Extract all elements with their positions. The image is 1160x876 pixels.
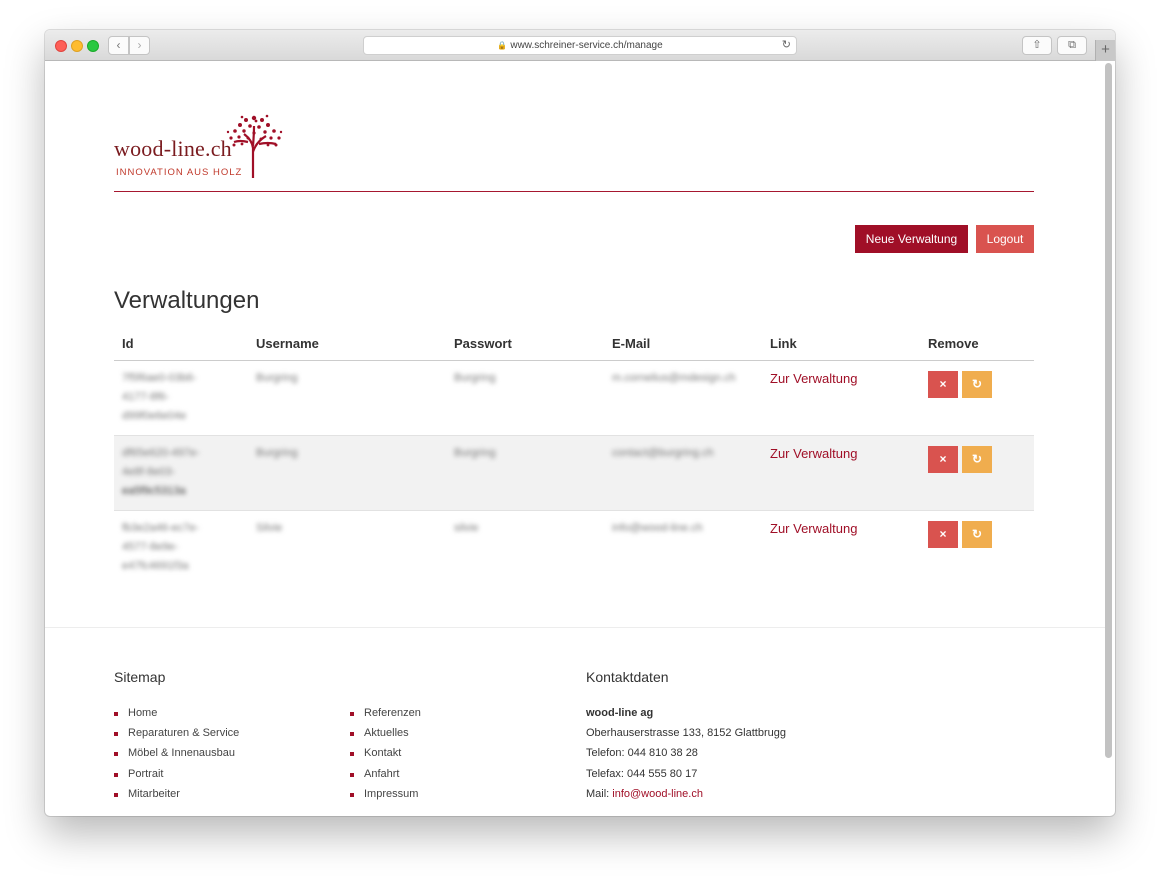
bullet-icon: [114, 732, 118, 737]
sitemap-link-references[interactable]: Referenzen: [350, 707, 421, 727]
contact-details: wood-line ag Oberhauserstrasse 133, 8152…: [586, 707, 786, 808]
cell-username: Silvie: [256, 522, 283, 534]
sitemap-link-furniture[interactable]: Möbel & Innenausbau: [114, 747, 239, 767]
reset-button[interactable]: ↻: [962, 521, 992, 548]
cell-password: Burgring: [454, 372, 496, 384]
sitemap-list-1: Home Reparaturen & Service Möbel & Innen…: [114, 707, 239, 808]
sitemap-link-repairs[interactable]: Reparaturen & Service: [114, 727, 239, 747]
close-icon: ×: [939, 452, 947, 466]
column-header-id: Id: [122, 336, 134, 351]
address-bar[interactable]: 🔒 www.schreiner-service.ch/manage ↻: [363, 36, 797, 55]
refresh-icon: ↻: [971, 377, 983, 391]
sitemap-list-2: Referenzen Aktuelles Kontakt Anfahrt Imp…: [350, 707, 421, 808]
mail-link[interactable]: info@wood-line.ch: [612, 788, 703, 800]
chevron-left-icon: ‹: [116, 38, 121, 52]
header-divider: [114, 191, 1034, 192]
cell-id: fb3e2a46-ec7e- 4577-8e9e- e47fc4691f3a: [122, 522, 200, 572]
logo-name: wood-line.ch: [114, 136, 232, 161]
sitemap-title: Sitemap: [114, 669, 166, 685]
cell-id: df65e620-497e- 4e8f-8e03- ea5f9c5313a: [122, 447, 200, 497]
reset-button[interactable]: ↻: [962, 371, 992, 398]
cell-username: Burgring: [256, 447, 298, 459]
site-logo[interactable]: wood-line.ch INNOVATION AUS HOLZ: [114, 102, 286, 178]
bullet-icon: [350, 752, 354, 757]
chevron-right-icon: ›: [137, 38, 142, 52]
footer-divider: [45, 627, 1105, 628]
cell-id: 7f5f6ae0-03b6- 4177-8f6- d99f0e6e04e: [122, 372, 197, 422]
cell-email: m.cornelius@mdesign.ch: [612, 372, 736, 384]
page-content: wood-line.ch INNOVATION AUS HOLZ Neue Ve…: [45, 62, 1105, 816]
table-row: fb3e2a46-ec7e- 4577-8e9e- e47fc4691f3a S…: [114, 511, 1034, 586]
bullet-icon: [114, 772, 118, 777]
reset-button[interactable]: ↻: [962, 446, 992, 473]
close-icon: ×: [939, 527, 947, 541]
cell-password: silvie: [454, 522, 479, 534]
sitemap-link-directions[interactable]: Anfahrt: [350, 768, 421, 788]
share-icon: ⇧: [1032, 39, 1042, 51]
table-row: df65e620-497e- 4e8f-8e03- ea5f9c5313a Bu…: [114, 436, 1034, 511]
cell-email: contact@burgring.ch: [612, 447, 714, 459]
plus-icon: +: [1101, 41, 1110, 58]
company-address: Oberhauserstrasse 133, 8152 Glattbrugg: [586, 727, 786, 740]
logout-button[interactable]: Logout: [976, 225, 1034, 253]
column-header-username: Username: [256, 336, 319, 351]
column-header-password: Passwort: [454, 336, 512, 351]
minimize-window-icon[interactable]: [71, 40, 83, 52]
reload-icon[interactable]: ↻: [782, 37, 791, 54]
column-header-email: E-Mail: [612, 336, 651, 351]
sitemap-link-portrait[interactable]: Portrait: [114, 768, 239, 788]
sitemap-link-home[interactable]: Home: [114, 707, 239, 727]
forward-button[interactable]: ›: [129, 36, 150, 55]
tree-icon: [226, 114, 283, 178]
sitemap-link-imprint[interactable]: Impressum: [350, 788, 421, 808]
delete-button[interactable]: ×: [928, 446, 958, 473]
browser-window: ‹ › 🔒 www.schreiner-service.ch/manage ↻ ⇧…: [45, 30, 1115, 816]
bullet-icon: [350, 732, 354, 737]
open-administration-link[interactable]: Zur Verwaltung: [770, 371, 857, 386]
new-tab-button[interactable]: +: [1095, 40, 1115, 61]
close-icon: ×: [939, 377, 947, 391]
table-row: 7f5f6ae0-03b6- 4177-8f6- d99f0e6e04e Bur…: [114, 361, 1034, 436]
url-text: www.schreiner-service.ch/manage: [510, 40, 663, 51]
zoom-window-icon[interactable]: [87, 40, 99, 52]
contact-title: Kontaktdaten: [586, 669, 669, 685]
browser-titlebar: ‹ › 🔒 www.schreiner-service.ch/manage ↻ ⇧…: [45, 30, 1115, 61]
delete-button[interactable]: ×: [928, 371, 958, 398]
back-button[interactable]: ‹: [108, 36, 129, 55]
new-administration-button[interactable]: Neue Verwaltung: [855, 225, 968, 253]
delete-button[interactable]: ×: [928, 521, 958, 548]
refresh-icon: ↻: [971, 452, 983, 466]
share-button[interactable]: ⇧: [1022, 36, 1052, 55]
logo-tagline: INNOVATION AUS HOLZ: [116, 167, 243, 178]
sitemap-link-staff[interactable]: Mitarbeiter: [114, 788, 239, 808]
cell-password: Burgring: [454, 447, 496, 459]
table-header: Id Username Passwort E-Mail Link Remove: [114, 330, 1034, 361]
company-fax: Telefax: 044 555 80 17: [586, 767, 698, 780]
bullet-icon: [114, 792, 118, 797]
column-header-link: Link: [770, 336, 797, 351]
company-name: wood-line ag: [586, 707, 654, 719]
tabs-icon: ⧉: [1068, 39, 1076, 51]
bullet-icon: [114, 712, 118, 716]
column-header-remove: Remove: [928, 336, 979, 351]
page-title: Verwaltungen: [114, 287, 260, 314]
bullet-icon: [114, 752, 118, 757]
sitemap-link-news[interactable]: Aktuelles: [350, 727, 421, 747]
cell-username: Burgring: [256, 372, 298, 384]
cell-email: info@wood-line.ch: [612, 522, 703, 534]
bullet-icon: [350, 792, 354, 797]
tab-overview-button[interactable]: ⧉: [1057, 36, 1087, 55]
refresh-icon: ↻: [971, 527, 983, 541]
open-administration-link[interactable]: Zur Verwaltung: [770, 521, 857, 536]
scrollbar[interactable]: [1105, 63, 1112, 758]
open-administration-link[interactable]: Zur Verwaltung: [770, 446, 857, 461]
administrations-table: Id Username Passwort E-Mail Link Remove …: [114, 330, 1034, 586]
sitemap-link-contact[interactable]: Kontakt: [350, 747, 421, 767]
bullet-icon: [350, 772, 354, 777]
bullet-icon: [350, 712, 354, 716]
lock-icon: 🔒: [497, 41, 508, 50]
company-mail: Mail: info@wood-line.ch: [586, 787, 703, 800]
close-window-icon[interactable]: [55, 40, 67, 52]
company-phone: Telefon: 044 810 38 28: [586, 747, 698, 760]
